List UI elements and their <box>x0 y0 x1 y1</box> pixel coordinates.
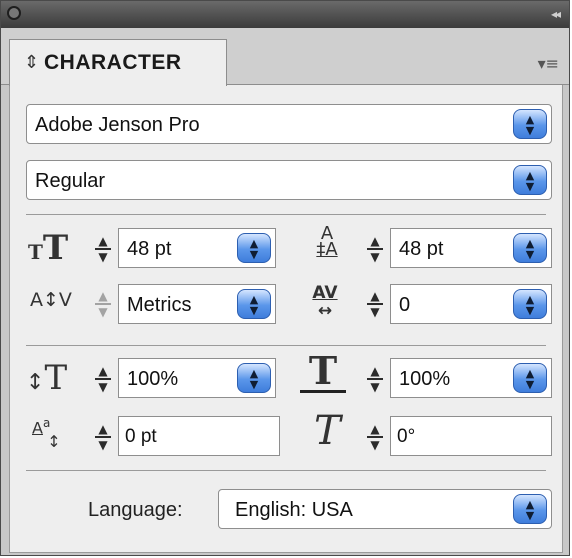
font-style-value: Regular <box>35 170 106 192</box>
collapse-icon[interactable]: ◂◂ <box>551 7 561 21</box>
baseline-shift-icon: Aa ↕ <box>32 416 61 452</box>
kerning-spin[interactable]: ▲ ▼ <box>92 286 114 322</box>
kerning-icon: A↕V <box>30 289 72 311</box>
skew-field[interactable]: 0° <box>390 416 552 456</box>
baseline-shift-spin[interactable]: ▲ ▼ <box>92 419 114 455</box>
horizontal-scale-field[interactable]: 100% ▲ ▼ <box>390 358 552 398</box>
tracking-dropdown[interactable]: ▲ ▼ <box>513 289 547 319</box>
language-value: English: USA <box>235 499 353 521</box>
tab-character[interactable]: ⇕ CHARACTER <box>9 39 227 86</box>
skew-value: 0° <box>397 426 416 447</box>
font-family-select[interactable]: Adobe Jenson Pro ▲ ▼ <box>26 104 552 144</box>
language-label: Language: <box>88 499 183 521</box>
language-select[interactable]: English: USA ▲ ▼ <box>218 489 552 529</box>
font-size-field[interactable]: 48 pt ▲ ▼ <box>118 228 276 268</box>
horizontal-scale-spin[interactable]: ▲ ▼ <box>364 361 386 397</box>
vertical-scale-icon: ↕T <box>26 358 68 398</box>
font-family-value: Adobe Jenson Pro <box>35 114 200 136</box>
panel-menu-icon[interactable]: ▾≡ <box>538 54 559 73</box>
vertical-scale-dropdown[interactable]: ▲ ▼ <box>237 363 271 393</box>
leading-value: 48 pt <box>399 238 444 260</box>
language-stepper[interactable]: ▲ ▼ <box>513 494 547 524</box>
kerning-field[interactable]: Metrics ▲ ▼ <box>118 284 276 324</box>
kerning-value: Metrics <box>127 294 192 316</box>
tracking-icon: AV ↔ <box>312 283 338 321</box>
vertical-scale-value: 100% <box>127 368 179 390</box>
horizontal-scale-dropdown[interactable]: ▲ ▼ <box>513 363 547 393</box>
divider <box>26 214 546 215</box>
font-size-spin[interactable]: ▲ ▼ <box>92 231 114 267</box>
baseline-shift-field[interactable]: 0 pt <box>118 416 280 456</box>
close-icon[interactable] <box>7 6 21 20</box>
font-style-select[interactable]: Regular ▲ ▼ <box>26 160 552 200</box>
vertical-scale-field[interactable]: 100% ▲ ▼ <box>118 358 276 398</box>
horizontal-scale-value: 100% <box>399 368 451 390</box>
leading-dropdown[interactable]: ▲ ▼ <box>513 233 547 263</box>
divider <box>26 470 546 471</box>
horizontal-scale-icon: T <box>300 352 346 393</box>
font-size-dropdown[interactable]: ▲ ▼ <box>237 233 271 263</box>
leading-field[interactable]: 48 pt ▲ ▼ <box>390 228 552 268</box>
leading-spin[interactable]: ▲ ▼ <box>364 231 386 267</box>
baseline-shift-value: 0 pt <box>125 426 157 447</box>
tab-label: CHARACTER <box>44 51 182 74</box>
font-size-value: 48 pt <box>127 238 172 260</box>
vertical-scale-spin[interactable]: ▲ ▼ <box>92 361 114 397</box>
font-size-icon: TT <box>28 228 69 268</box>
panel-title-bar[interactable]: ◂◂ <box>1 1 569 28</box>
character-panel: ◂◂ ⇕ CHARACTER ▾≡ <box>0 0 570 556</box>
tracking-value: 0 <box>399 294 411 316</box>
tracking-field[interactable]: 0 ▲ ▼ <box>390 284 552 324</box>
skew-icon: T <box>314 408 341 454</box>
tracking-spin[interactable]: ▲ ▼ <box>364 286 386 322</box>
leading-icon: A ‡A <box>316 223 338 260</box>
kerning-dropdown[interactable]: ▲ ▼ <box>237 289 271 319</box>
font-style-stepper[interactable]: ▲ ▼ <box>513 165 547 195</box>
skew-spin[interactable]: ▲ ▼ <box>364 419 386 455</box>
tab-arrows-icon: ⇕ <box>24 52 40 73</box>
divider <box>26 345 546 346</box>
font-family-stepper[interactable]: ▲ ▼ <box>513 109 547 139</box>
